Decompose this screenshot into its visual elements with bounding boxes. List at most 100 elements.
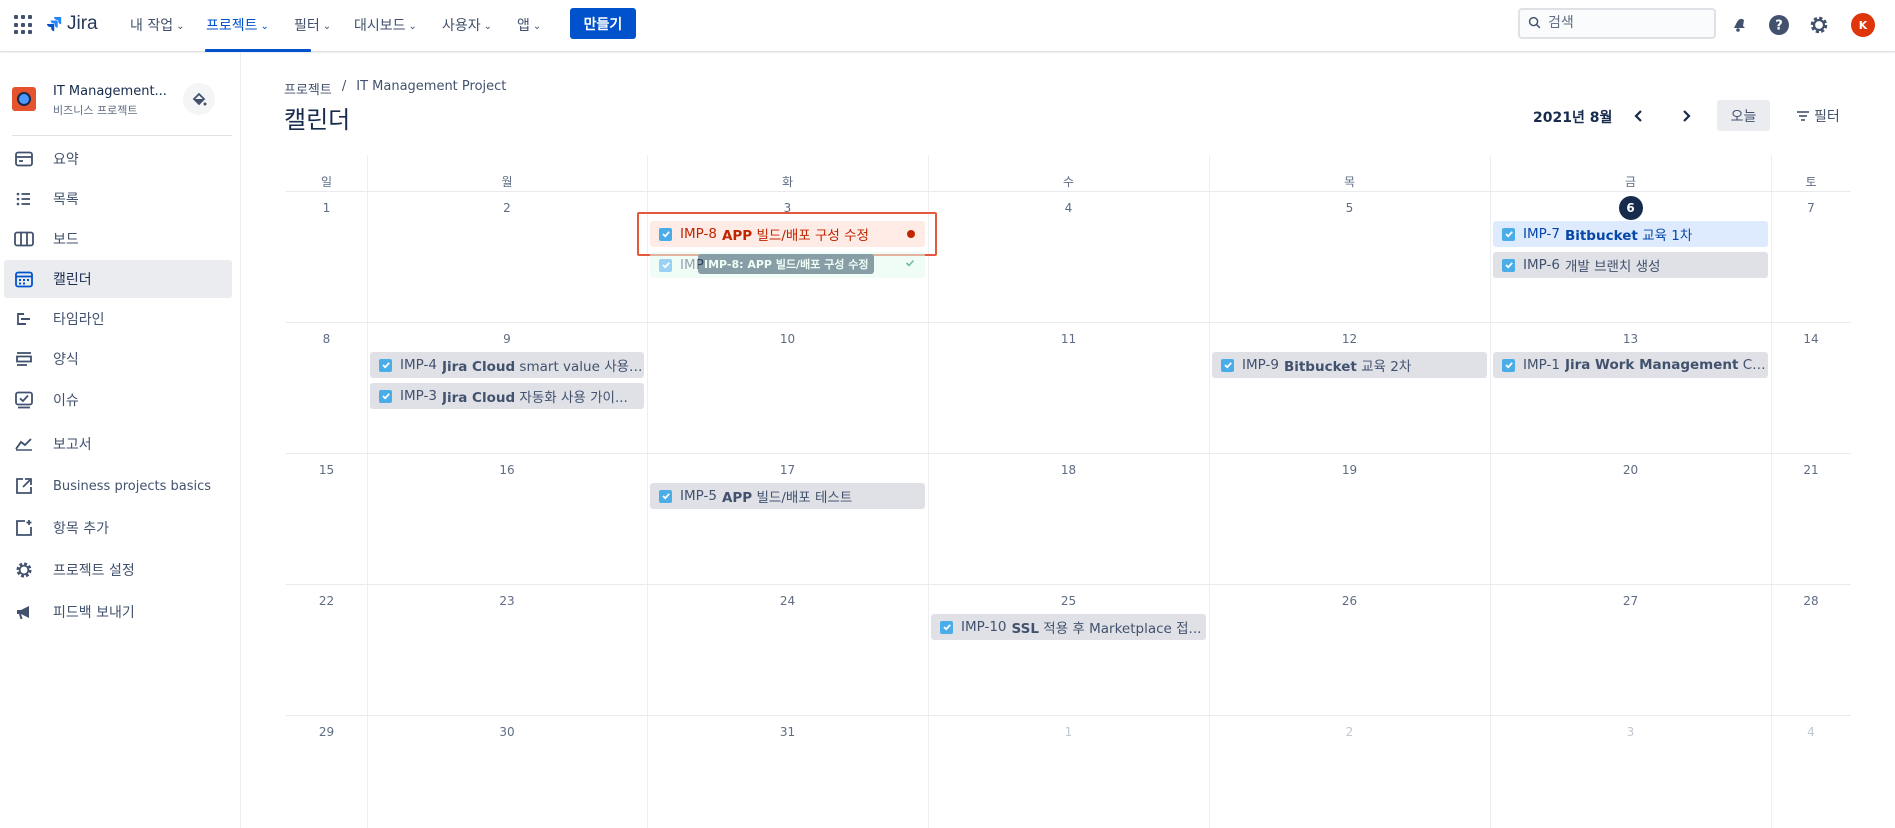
chevron-left-icon bbox=[1634, 110, 1642, 122]
top-navigation: Jira 내 작업⌄ 프로젝트⌄ 필터⌄ 대시보드⌄ 사용자⌄ 앱⌄ 만들기 ?… bbox=[0, 0, 1895, 52]
check-icon bbox=[905, 256, 915, 272]
day-number: 3 bbox=[1626, 725, 1635, 739]
day-number: 21 bbox=[1803, 463, 1819, 477]
chevron-down-icon: ⌄ bbox=[532, 20, 542, 32]
month-label: 2021년 8월 bbox=[1533, 110, 1613, 126]
event-key: IMP-4 bbox=[400, 357, 437, 373]
nav-people[interactable]: 사용자 ⌄ bbox=[442, 14, 492, 36]
event-key: IMP-6 bbox=[1523, 257, 1560, 273]
add-item-icon bbox=[14, 519, 34, 537]
sidebar-item-calendar[interactable]: 캘린더 bbox=[4, 260, 232, 298]
project-header[interactable]: IT Management... 비즈니스 프로젝트 bbox=[12, 83, 232, 123]
nav-label: 필터 bbox=[294, 18, 320, 34]
chevron-down-icon: ⌄ bbox=[322, 20, 332, 32]
sidebar-item-add[interactable]: 항목 추가 bbox=[4, 509, 232, 547]
breadcrumb-project[interactable]: IT Management Project bbox=[356, 79, 506, 98]
event-title: Jira Cloud smart value 사용 ... bbox=[441, 359, 644, 375]
sidebar-item-summary[interactable]: 요약 bbox=[4, 140, 232, 178]
day-number: 1 bbox=[322, 201, 331, 215]
calendar-event[interactable]: IMP-9 Bitbucket 교육 2차 bbox=[1212, 352, 1487, 378]
external-link-icon bbox=[14, 477, 34, 495]
day-number: 20 bbox=[1622, 463, 1639, 477]
active-nav-indicator bbox=[205, 49, 311, 52]
jira-logo-icon bbox=[47, 17, 62, 32]
today-button[interactable]: 오늘 bbox=[1717, 100, 1770, 131]
chevron-right-icon bbox=[1683, 110, 1691, 122]
board-icon bbox=[14, 230, 34, 248]
sidebar-item-label: 양식 bbox=[53, 352, 79, 368]
project-name: IT Management... bbox=[53, 84, 167, 99]
project-type: 비즈니스 프로젝트 bbox=[53, 104, 138, 117]
app-switcher-icon[interactable] bbox=[14, 15, 34, 35]
day-number: 4 bbox=[1064, 201, 1073, 215]
user-avatar[interactable]: K bbox=[1851, 13, 1875, 37]
jira-logo[interactable]: Jira bbox=[46, 13, 98, 35]
nav-filters[interactable]: 필터 ⌄ bbox=[294, 14, 331, 36]
sidebar-item-forms[interactable]: 양식 bbox=[4, 340, 232, 378]
search-box[interactable] bbox=[1518, 8, 1716, 39]
sidebar-item-feedback[interactable]: 피드백 보내기 bbox=[4, 593, 232, 631]
event-title: Bitbucket 교육 2차 bbox=[1283, 359, 1412, 375]
search-icon bbox=[1528, 16, 1541, 29]
nav-my-work[interactable]: 내 작업 ⌄ bbox=[130, 14, 184, 36]
sidebar-item-list[interactable]: 목록 bbox=[4, 180, 232, 218]
calendar-event[interactable]: IMP-7 Bitbucket 교육 1차 bbox=[1493, 221, 1768, 247]
filter-button[interactable]: 필터 bbox=[1796, 106, 1840, 126]
breadcrumb-separator: / bbox=[341, 79, 347, 94]
event-key: IMP-9 bbox=[1242, 357, 1279, 373]
day-number: 4 bbox=[1807, 725, 1815, 739]
filter-icon bbox=[1797, 111, 1809, 121]
nav-projects[interactable]: 프로젝트 ⌄ bbox=[206, 14, 269, 36]
sidebar-item-label: 프로젝트 설정 bbox=[53, 563, 135, 579]
calendar-event[interactable]: IMP-6 개발 브랜치 생성 bbox=[1493, 252, 1768, 278]
sidebar-item-board[interactable]: 보드 bbox=[4, 220, 232, 258]
weekday-header: 일 bbox=[320, 175, 333, 189]
day-number: 10 bbox=[779, 332, 796, 346]
breadcrumb-projects[interactable]: 프로젝트 bbox=[284, 79, 332, 98]
chevron-down-icon: ⌄ bbox=[483, 20, 493, 32]
settings-icon bbox=[14, 561, 34, 579]
day-number: 23 bbox=[499, 594, 515, 608]
chevron-down-icon: ⌄ bbox=[408, 20, 417, 32]
day-number: 5 bbox=[1345, 201, 1354, 215]
sidebar-item-label: 피드백 보내기 bbox=[53, 605, 135, 621]
calendar-event[interactable]: IMP-4 Jira Cloud smart value 사용 ... bbox=[370, 352, 644, 378]
next-month-button[interactable] bbox=[1674, 104, 1698, 128]
sidebar-item-label: 요약 bbox=[53, 152, 79, 168]
sidebar-item-reports[interactable]: 보고서 bbox=[4, 425, 232, 463]
chevron-down-icon: ⌄ bbox=[260, 20, 269, 32]
calendar-event[interactable]: IMP bbox=[650, 252, 925, 278]
summary-icon bbox=[14, 150, 34, 168]
sidebar-item-project-settings[interactable]: 프로젝트 설정 bbox=[4, 551, 232, 589]
megaphone-icon bbox=[14, 603, 34, 621]
nav-dashboards[interactable]: 대시보드 ⌄ bbox=[354, 14, 417, 36]
task-type-icon bbox=[379, 389, 392, 403]
sidebar-item-label: 보드 bbox=[53, 232, 79, 248]
event-title: Bitbucket 교육 1차 bbox=[1564, 228, 1693, 244]
sidebar-item-timeline[interactable]: 타임라인 bbox=[4, 300, 232, 338]
project-theme-button[interactable] bbox=[183, 83, 215, 115]
sidebar-item-business-basics[interactable]: Business projects basics bbox=[4, 467, 232, 505]
calendar-icon bbox=[14, 270, 34, 288]
settings-gear-icon[interactable] bbox=[1807, 13, 1831, 37]
day-number: 25 bbox=[1060, 594, 1077, 608]
day-number: 12 bbox=[1341, 332, 1358, 346]
sidebar-item-issues[interactable]: 이슈 bbox=[4, 381, 232, 419]
nav-apps[interactable]: 앱 ⌄ bbox=[517, 14, 541, 36]
calendar-event[interactable]: IMP-10 SSL 적용 후 Marketplace 접... bbox=[931, 614, 1206, 640]
today-date-badge: 6 bbox=[1618, 196, 1643, 220]
calendar-event[interactable]: IMP-3 Jira Cloud 자동화 사용 가이... bbox=[370, 383, 644, 409]
help-icon[interactable]: ? bbox=[1767, 13, 1791, 37]
task-type-icon bbox=[1221, 358, 1234, 372]
prev-month-button[interactable] bbox=[1627, 104, 1651, 128]
calendar-event[interactable]: IMP-5 APP 빌드/배포 테스트 bbox=[650, 483, 925, 509]
list-icon bbox=[14, 190, 34, 208]
event-title: SSL 적용 후 Marketplace 접... bbox=[1011, 621, 1202, 637]
search-input[interactable] bbox=[1548, 13, 1708, 33]
calendar-event[interactable]: IMP-1Jira Work Management Clou... bbox=[1493, 352, 1768, 378]
notifications-icon[interactable] bbox=[1727, 13, 1751, 37]
event-key: IMP-1 bbox=[1523, 357, 1560, 373]
create-button[interactable]: 만들기 bbox=[570, 8, 636, 39]
event-key: IMP-10 bbox=[961, 619, 1007, 635]
day-number: 24 bbox=[779, 594, 796, 608]
